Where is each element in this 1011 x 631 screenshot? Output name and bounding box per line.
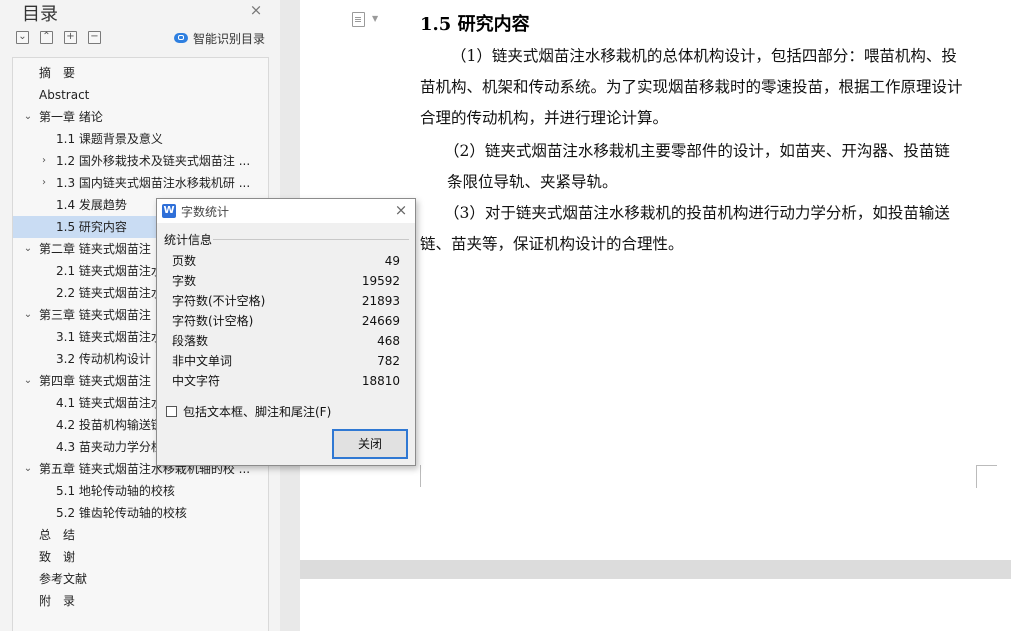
toc-item-label: 总 结: [39, 528, 76, 542]
stats-section-label: 统计信息: [164, 233, 213, 247]
stat-row: 中文字符 18810: [172, 371, 402, 391]
page-corner-mark: [976, 465, 997, 488]
paragraph-line: （3）对于链夹式烟苗注水移栽机的投苗机构进行动力学分析，如投苗输送: [444, 204, 950, 222]
stat-label: 字数: [172, 274, 197, 288]
stat-value: 782: [377, 354, 400, 368]
toc-item-label: 附 录: [39, 594, 76, 608]
toc-item[interactable]: 摘 要: [13, 62, 268, 84]
dialog-title: 字数统计: [181, 205, 230, 219]
toc-item-label: 致 谢: [39, 550, 76, 564]
toc-item-label: 5.2 锥齿轮传动轴的校核: [56, 506, 187, 520]
toc-item-label: 第四章 链夹式烟苗注: [39, 374, 151, 388]
expand-all-icon[interactable]: ⌃: [40, 31, 53, 44]
dialog-titlebar[interactable]: W 字数统计 ×: [157, 199, 415, 223]
toc-item-label: 5.1 地轮传动轴的校核: [56, 484, 175, 498]
chevron-down-icon[interactable]: ▼: [372, 14, 378, 23]
stat-row: 字数 19592: [172, 271, 402, 291]
stat-label: 页数: [172, 254, 197, 268]
collapse-all-icon[interactable]: ⌄: [16, 31, 29, 44]
chevron-right-icon[interactable]: ›: [39, 150, 49, 172]
smart-toc-button[interactable]: 智能识别目录: [174, 29, 265, 47]
toc-item-label: 4.1 链夹式烟苗注水: [56, 396, 163, 410]
chevron-down-icon[interactable]: ⌄: [23, 304, 33, 326]
toc-item-label: 1.5 研究内容: [56, 220, 127, 234]
paragraph-line: 合理的传动机构，并进行理论计算。: [420, 109, 669, 127]
wps-writer-icon: W: [162, 204, 176, 218]
include-textbox-checkbox-row[interactable]: 包括文本框、脚注和尾注(F): [166, 403, 331, 419]
toc-item-label: 1.4 发展趋势: [56, 198, 127, 212]
toc-item-label: 3.1 链夹式烟苗注水: [56, 330, 163, 344]
toc-item-label: 4.2 投苗机构输送链: [56, 418, 163, 432]
stat-label: 字符数(计空格): [172, 314, 254, 328]
chevron-down-icon[interactable]: ⌄: [23, 106, 33, 128]
toc-item-label: Abstract: [39, 88, 90, 102]
toc-item[interactable]: 附 录: [13, 590, 268, 612]
word-count-dialog: W 字数统计 × 统计信息 页数 49 字数 19592 字符数(不计空格) 21893 字…: [156, 198, 416, 466]
toc-item-label: 1.3 国内链夹式烟苗注水移栽机研 ...: [56, 176, 251, 190]
paragraph-line: （1）链夹式烟苗注水移栽机的总体机构设计，包括四部分：喂苗机构、投: [451, 47, 957, 65]
toc-item-label: 4.3 苗夹动力学分析: [56, 440, 163, 454]
toc-item[interactable]: Abstract: [13, 84, 268, 106]
toc-item-label: 2.1 链夹式烟苗注水: [56, 264, 163, 278]
paragraph-line: 条限位导轨、夹紧导轨。: [447, 173, 618, 191]
section-divider: [213, 239, 409, 240]
toc-item-label: 2.2 链夹式烟苗注水: [56, 286, 163, 300]
toc-title: 目录: [22, 4, 58, 25]
chevron-right-icon[interactable]: ›: [39, 172, 49, 194]
toc-item[interactable]: 5.1 地轮传动轴的校核: [13, 480, 268, 502]
toc-item-label: 摘 要: [39, 66, 76, 80]
toc-item[interactable]: › 1.3 国内链夹式烟苗注水移栽机研 ...: [13, 172, 268, 194]
toc-close-icon[interactable]: ×: [248, 2, 264, 18]
stat-value: 24669: [361, 314, 400, 328]
toc-item-label: 1.1 课题背景及意义: [56, 132, 163, 146]
toc-item-label: 第一章 绪论: [39, 110, 103, 124]
smart-toc-label: 智能识别目录: [193, 31, 266, 46]
toc-item-label: 3.2 传动机构设计: [56, 352, 151, 366]
toc-item[interactable]: 总 结: [13, 524, 268, 546]
toc-item-label: 参考文献: [39, 572, 88, 586]
toc-item[interactable]: 致 谢: [13, 546, 268, 568]
next-document-page[interactable]: [300, 579, 1011, 631]
toc-item[interactable]: ⌄ 第一章 绪论: [13, 106, 268, 128]
toc-item[interactable]: 5.2 锥齿轮传动轴的校核: [13, 502, 268, 524]
chevron-down-icon[interactable]: ⌄: [23, 370, 33, 392]
chevron-down-icon[interactable]: ⌄: [23, 458, 33, 480]
toc-item[interactable]: › 1.2 国外移栽技术及链夹式烟苗注 ...: [13, 150, 268, 172]
paragraph-line: 苗机构、机架和传动系统。为了实现烟苗移栽时的零速投苗，根据工作原理设计: [420, 78, 963, 96]
remove-heading-icon[interactable]: −: [88, 31, 101, 44]
toc-item-label: 第二章 链夹式烟苗注: [39, 242, 151, 256]
section-heading: 1.5 研究内容: [420, 14, 530, 35]
cloud-icon: [174, 33, 188, 43]
paragraph-line: 链、苗夹等，保证机构设计的合理性。: [420, 235, 684, 253]
toc-item-label: 1.2 国外移栽技术及链夹式烟苗注 ...: [56, 154, 251, 168]
stat-row: 字符数(计空格) 24669: [172, 311, 402, 331]
stat-value: 21893: [361, 294, 400, 308]
page-separator: [300, 560, 1011, 579]
stat-value: 19592: [361, 274, 400, 288]
toc-item[interactable]: 参考文献: [13, 568, 268, 590]
stat-label: 非中文单词: [172, 354, 233, 368]
page-corner-mark: [420, 465, 441, 487]
chevron-down-icon[interactable]: ⌄: [23, 238, 33, 260]
stat-row: 段落数 468: [172, 331, 402, 351]
toc-item-label: 第三章 链夹式烟苗注: [39, 308, 151, 322]
include-textbox-checkbox[interactable]: [166, 405, 177, 417]
dialog-close-icon[interactable]: ×: [393, 202, 409, 218]
stat-row: 字符数(不计空格) 21893: [172, 291, 402, 311]
stat-value: 49: [384, 254, 400, 268]
stat-row: 页数 49: [172, 251, 402, 271]
add-heading-icon[interactable]: +: [64, 31, 77, 44]
close-button[interactable]: 关闭: [332, 429, 408, 459]
include-textbox-label: 包括文本框、脚注和尾注(F): [183, 404, 332, 419]
document-icon[interactable]: [352, 12, 365, 27]
stat-label: 字符数(不计空格): [172, 294, 266, 308]
paragraph-line: （2）链夹式烟苗注水移栽机主要零部件的设计，如苗夹、开沟器、投苗链: [444, 142, 950, 160]
stat-value: 18810: [361, 374, 400, 388]
stat-value: 468: [377, 334, 400, 348]
stat-label: 段落数: [172, 334, 209, 348]
stat-label: 中文字符: [172, 374, 221, 388]
toc-item[interactable]: 1.1 课题背景及意义: [13, 128, 268, 150]
stat-row: 非中文单词 782: [172, 351, 402, 371]
